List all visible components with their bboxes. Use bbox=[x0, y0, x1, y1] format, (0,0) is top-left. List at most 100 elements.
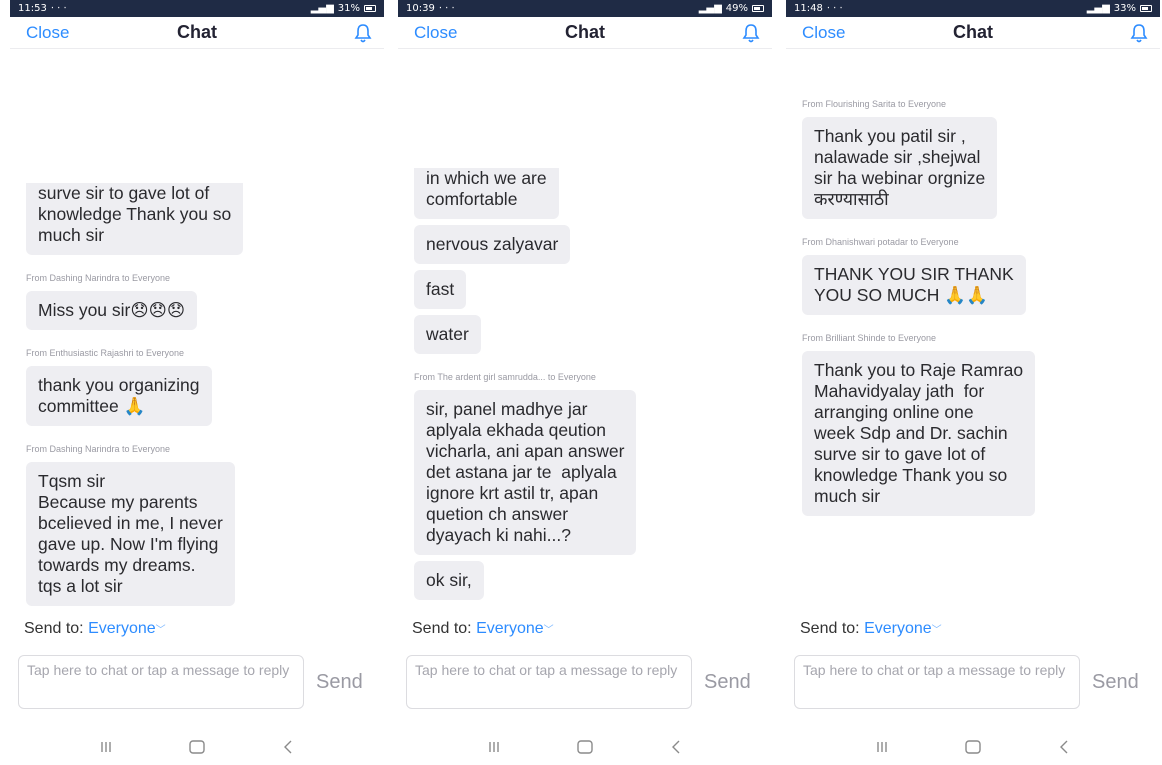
notification-icons: ⋅ ⋅ ⋅ bbox=[826, 3, 843, 14]
recent-apps-icon[interactable] bbox=[91, 735, 121, 759]
message-sender: From The ardent girl samrudda... to Ever… bbox=[414, 372, 596, 382]
send-to-label: Send to: bbox=[24, 620, 84, 637]
back-icon[interactable] bbox=[661, 735, 691, 759]
chat-input[interactable] bbox=[794, 655, 1080, 709]
home-icon[interactable] bbox=[570, 735, 600, 759]
status-time: 11:48 bbox=[794, 3, 823, 14]
chat-message: From Brilliant Shinde to Everyone Thank y… bbox=[802, 333, 1150, 522]
home-icon[interactable] bbox=[958, 735, 988, 759]
recipient-dropdown[interactable]: Everyone﹀ bbox=[864, 620, 942, 637]
battery-percent: 49% bbox=[725, 3, 748, 14]
send-to-row: Send to: Everyone﹀ bbox=[800, 620, 942, 638]
chat-header: Close Chat bbox=[398, 17, 772, 49]
message-bubble[interactable]: Tqsm sir Because my parents bcelieved in… bbox=[26, 462, 235, 606]
message-bubble[interactable]: water bbox=[414, 315, 481, 354]
message-bubble[interactable]: Thank you patil sir , nalawade sir ,shej… bbox=[802, 117, 998, 219]
chat-input[interactable] bbox=[18, 655, 304, 709]
input-row: Send bbox=[794, 655, 1152, 709]
battery-icon bbox=[364, 5, 376, 12]
message-sender: From Flourishing Sarita to Everyone bbox=[802, 99, 947, 109]
chat-message: nervous zalyavar bbox=[414, 225, 762, 270]
chat-header: Close Chat bbox=[10, 17, 384, 49]
close-button[interactable]: Close bbox=[802, 23, 845, 43]
status-bar: 11:48 ⋅ ⋅ ⋅ ▂▄▆ 33% bbox=[786, 0, 1160, 17]
chat-message: From The ardent girl samrudda... to Ever… bbox=[414, 372, 762, 561]
status-bar: 10:39 ⋅ ⋅ ⋅ ▂▄▆ 49% bbox=[398, 0, 772, 17]
message-stack: in which we are comfortable nervous zalya… bbox=[398, 168, 772, 606]
page-title: Chat bbox=[953, 22, 993, 42]
message-bubble[interactable]: sir, panel madhye jar aplyala ekhada qeu… bbox=[414, 390, 637, 555]
chat-message: From Dashing Narindra to Everyone Miss yo… bbox=[26, 273, 374, 336]
send-button[interactable]: Send bbox=[316, 671, 363, 694]
notification-icons: ⋅ ⋅ ⋅ bbox=[438, 3, 455, 14]
message-bubble[interactable]: Miss you sir😞😞😞 bbox=[26, 291, 198, 330]
send-button[interactable]: Send bbox=[1092, 671, 1139, 694]
message-bubble[interactable]: nervous zalyavar bbox=[414, 225, 571, 264]
message-sender: From Enthusiastic Rajashri to Everyone bbox=[26, 348, 185, 358]
chat-screen-2: 10:39 ⋅ ⋅ ⋅ ▂▄▆ 49% Close Chat in which … bbox=[398, 0, 772, 765]
message-bubble[interactable]: THANK YOU SIR THANK YOU SO MUCH 🙏🙏 bbox=[802, 255, 1026, 315]
battery-percent: 33% bbox=[1113, 3, 1136, 14]
close-button[interactable]: Close bbox=[26, 23, 69, 43]
message-sender: From Dashing Narindra to Everyone bbox=[26, 444, 171, 454]
chat-message: fast bbox=[414, 270, 762, 315]
chat-screen-3: 11:48 ⋅ ⋅ ⋅ ▂▄▆ 33% Close Chat From Flou… bbox=[786, 0, 1160, 765]
recent-apps-icon[interactable] bbox=[867, 735, 897, 759]
battery-percent: 31% bbox=[337, 3, 360, 14]
chat-message: From Enthusiastic Rajashri to Everyone th… bbox=[26, 348, 374, 432]
home-icon[interactable] bbox=[182, 735, 212, 759]
back-icon[interactable] bbox=[1049, 735, 1079, 759]
bell-icon[interactable] bbox=[1128, 22, 1150, 44]
recipient-value[interactable]: Everyone bbox=[476, 620, 544, 637]
chat-message: From Dhanishwari potadar to Everyone THAN… bbox=[802, 237, 1150, 321]
input-row: Send bbox=[406, 655, 764, 709]
message-sender: From Brilliant Shinde to Everyone bbox=[802, 333, 937, 343]
recent-apps-icon[interactable] bbox=[479, 735, 509, 759]
send-to-row: Send to: Everyone﹀ bbox=[412, 620, 554, 638]
system-nav-bar bbox=[398, 728, 772, 765]
status-time: 10:39 bbox=[406, 3, 435, 14]
signal-icon: ▂▄▆ bbox=[310, 3, 334, 14]
page-title: Chat bbox=[177, 22, 217, 42]
recipient-dropdown[interactable]: Everyone﹀ bbox=[88, 620, 166, 637]
recipient-value[interactable]: Everyone bbox=[864, 620, 932, 637]
bell-icon[interactable] bbox=[352, 22, 374, 44]
message-list[interactable]: in which we are comfortable nervous zalya… bbox=[398, 49, 772, 612]
message-bubble[interactable]: fast bbox=[414, 270, 467, 309]
chat-message: water bbox=[414, 315, 762, 360]
close-button[interactable]: Close bbox=[414, 23, 457, 43]
message-list[interactable]: From Flourishing Sarita to Everyone Thank… bbox=[786, 49, 1160, 612]
message-stack: surve sir to gave lot of knowledge Thank… bbox=[10, 183, 384, 612]
recipient-dropdown[interactable]: Everyone﹀ bbox=[476, 620, 554, 637]
chevron-down-icon[interactable]: ﹀ bbox=[932, 625, 942, 636]
message-sender: From Dashing Narindra to Everyone bbox=[26, 273, 171, 283]
bell-icon[interactable] bbox=[740, 22, 762, 44]
chat-message: surve sir to gave lot of knowledge Thank… bbox=[26, 183, 374, 261]
send-to-row: Send to: Everyone﹀ bbox=[24, 620, 166, 638]
recipient-value[interactable]: Everyone bbox=[88, 620, 156, 637]
message-list[interactable]: surve sir to gave lot of knowledge Thank… bbox=[10, 49, 384, 612]
chevron-down-icon[interactable]: ﹀ bbox=[156, 625, 166, 636]
message-bubble[interactable]: surve sir to gave lot of knowledge Thank… bbox=[26, 183, 244, 255]
chevron-down-icon[interactable]: ﹀ bbox=[544, 625, 554, 636]
message-bubble[interactable]: ok sir, bbox=[414, 561, 484, 600]
send-button[interactable]: Send bbox=[704, 671, 751, 694]
send-to-label: Send to: bbox=[800, 620, 860, 637]
chat-message: From Flourishing Sarita to Everyone Thank… bbox=[802, 99, 1150, 225]
page-title: Chat bbox=[565, 22, 605, 42]
battery-icon bbox=[752, 5, 764, 12]
notification-icons: ⋅ ⋅ ⋅ bbox=[50, 3, 67, 14]
message-bubble[interactable]: thank you organizing committee 🙏 bbox=[26, 366, 212, 426]
chat-message: ok sir, bbox=[414, 561, 762, 606]
send-to-label: Send to: bbox=[412, 620, 472, 637]
chat-message: From Dashing Narindra to Everyone Tqsm si… bbox=[26, 444, 374, 612]
message-bubble[interactable]: Thank you to Raje Ramrao Mahavidyalay ja… bbox=[802, 351, 1036, 516]
chat-input[interactable] bbox=[406, 655, 692, 709]
message-sender: From Dhanishwari potadar to Everyone bbox=[802, 237, 959, 247]
system-nav-bar bbox=[786, 728, 1160, 765]
message-bubble[interactable]: in which we are comfortable bbox=[414, 168, 559, 219]
battery-icon bbox=[1140, 5, 1152, 12]
back-icon[interactable] bbox=[273, 735, 303, 759]
status-time: 11:53 bbox=[18, 3, 47, 14]
signal-icon: ▂▄▆ bbox=[1086, 3, 1110, 14]
